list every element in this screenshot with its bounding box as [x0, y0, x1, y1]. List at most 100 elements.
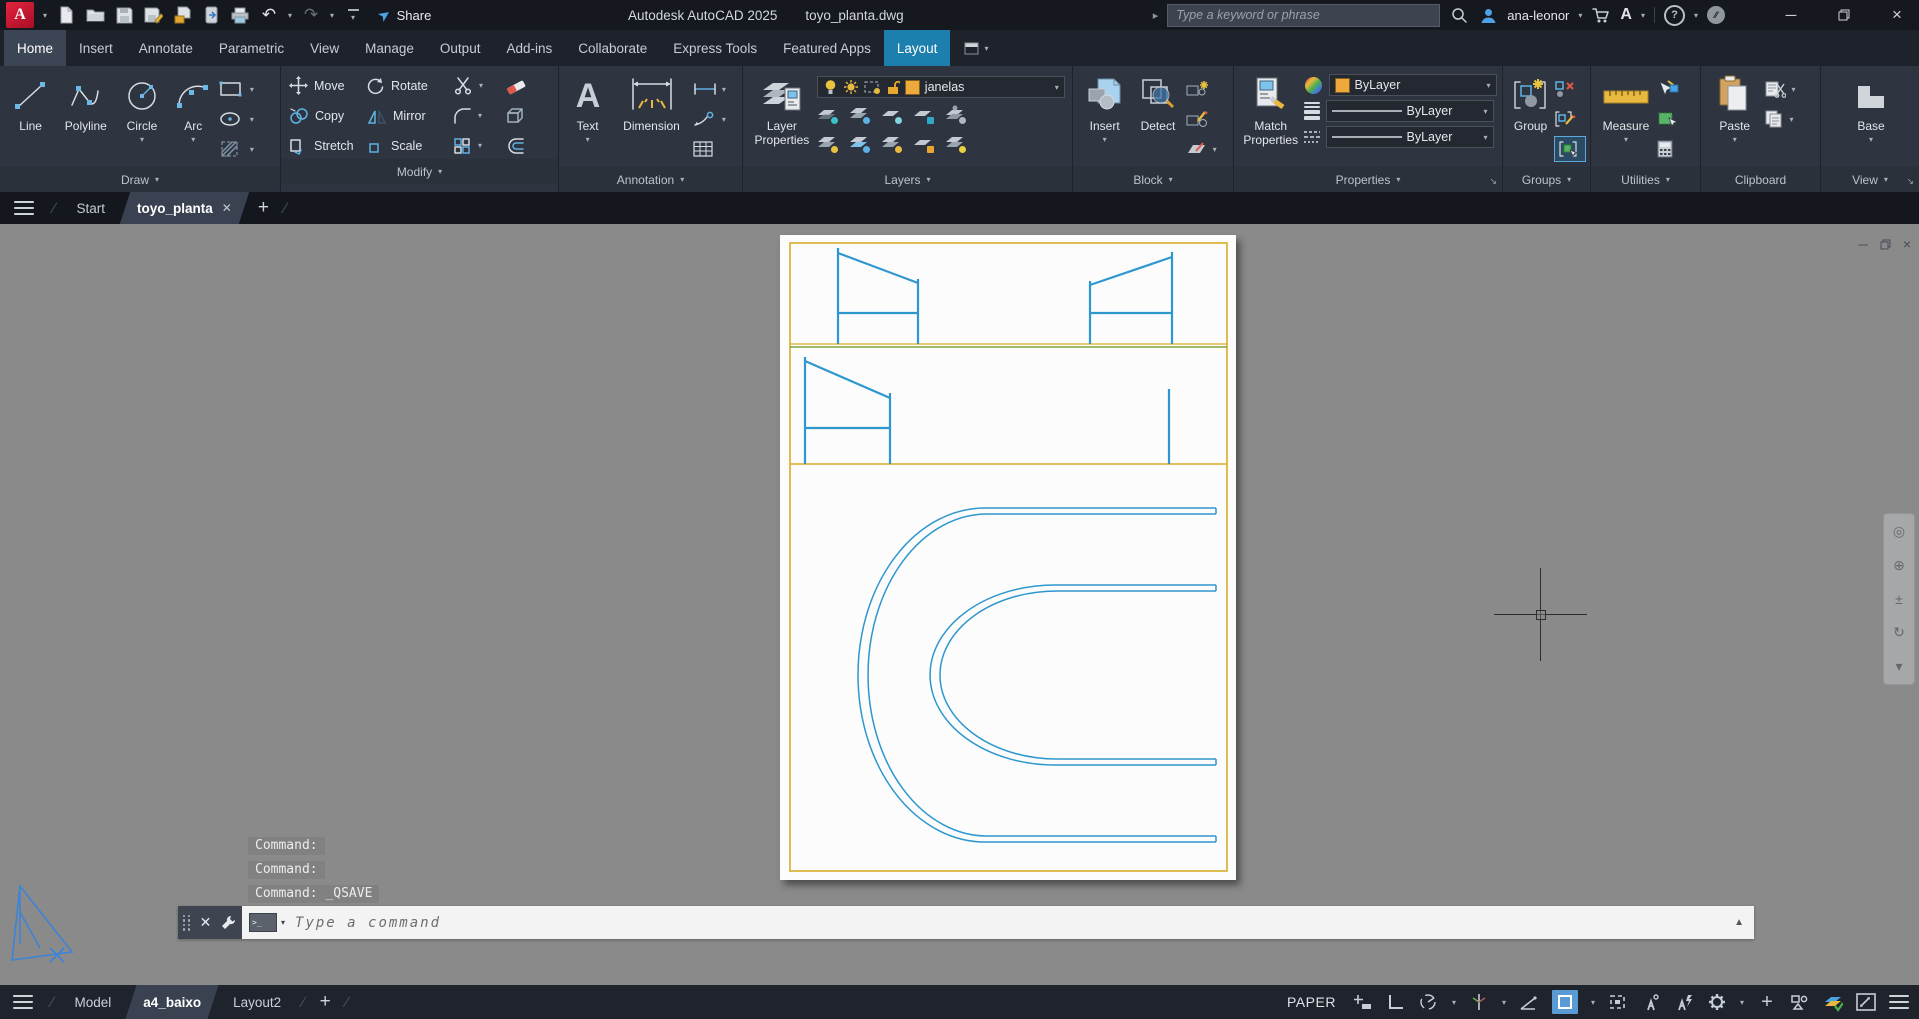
isodraft-dropdown-icon[interactable]: ▾: [1502, 998, 1506, 1007]
command-input[interactable]: [285, 914, 1754, 932]
scale-button[interactable]: Scale: [367, 137, 453, 155]
copy-clip-dropdown-icon[interactable]: ▾: [1789, 115, 1793, 124]
annotation-scale-add-icon[interactable]: +: [1757, 992, 1777, 1012]
tab-insert[interactable]: Insert: [66, 30, 126, 66]
stretch-button[interactable]: Stretch: [289, 137, 367, 155]
color-combo-dropdown-icon[interactable]: ▾: [1487, 81, 1491, 90]
layer-walk-button[interactable]: [945, 134, 965, 152]
save-as-icon[interactable]: [143, 5, 163, 25]
layout-tab-a4-baixo[interactable]: a4_baixo: [127, 985, 217, 1019]
quick-properties-button[interactable]: [1657, 106, 1693, 132]
view-dialog-launcher-icon[interactable]: ↘: [1906, 176, 1914, 187]
text-button[interactable]: A Text ▾: [565, 70, 610, 167]
autodesk-dropdown-icon[interactable]: ▾: [1641, 11, 1645, 20]
drag-handle-icon[interactable]: [183, 915, 191, 931]
arc-button[interactable]: Arc ▾: [170, 70, 217, 167]
file-tab-active-doc[interactable]: toyo_planta ✕: [121, 192, 248, 224]
minimize-button[interactable]: ─: [1769, 0, 1813, 30]
layout-paper-sheet[interactable]: [780, 235, 1236, 880]
quick-select-button[interactable]: [1657, 76, 1693, 102]
text-dropdown-icon[interactable]: ▾: [586, 135, 590, 144]
selection-cycling-icon[interactable]: [1608, 992, 1628, 1012]
tab-layout[interactable]: Layout: [884, 30, 951, 66]
restore-button[interactable]: [1822, 0, 1866, 30]
hatch-dropdown-icon[interactable]: ▾: [250, 145, 254, 154]
new-drawing-tab-button[interactable]: +: [248, 192, 279, 224]
trim-dropdown-icon[interactable]: ▾: [479, 81, 483, 90]
panel-label-modify[interactable]: Modify▾: [281, 159, 558, 184]
panel-label-annotation[interactable]: Annotation▾: [559, 167, 742, 192]
search-collapse-icon[interactable]: ▸: [1153, 9, 1159, 22]
command-bar-handle[interactable]: ✕: [178, 906, 242, 939]
customization-menu-icon[interactable]: [1889, 995, 1909, 1010]
share-button[interactable]: ➤ Share: [378, 6, 431, 24]
measure-dropdown-icon[interactable]: ▾: [1624, 135, 1628, 144]
doc-restore-icon[interactable]: [1880, 239, 1891, 250]
edit-block-button[interactable]: [1186, 106, 1229, 132]
help-dropdown-icon[interactable]: ▾: [1694, 11, 1698, 20]
circle-dropdown-icon[interactable]: ▾: [140, 135, 144, 144]
ortho-mode-icon[interactable]: [1386, 992, 1406, 1012]
line-button[interactable]: Line: [6, 70, 55, 167]
autodesk-logo-icon[interactable]: A: [1620, 6, 1632, 24]
open-folder-icon[interactable]: [85, 5, 105, 25]
leader-dropdown-icon[interactable]: ▾: [722, 115, 726, 124]
tab-express-tools[interactable]: Express Tools: [660, 30, 770, 66]
create-block-button[interactable]: [1186, 76, 1229, 102]
trim-button[interactable]: ▾: [453, 76, 505, 95]
undo-icon[interactable]: ↶: [259, 5, 279, 25]
layer-make-current-button[interactable]: [945, 105, 965, 123]
copy-button[interactable]: Copy: [289, 107, 367, 125]
offset-button[interactable]: [505, 137, 526, 155]
mirror-button[interactable]: Mirror: [367, 107, 453, 125]
tab-output[interactable]: Output: [427, 30, 494, 66]
tab-featured-apps[interactable]: Featured Apps: [770, 30, 884, 66]
nav-orbit-icon[interactable]: ↻: [1893, 624, 1905, 641]
layer-isolate-button[interactable]: [849, 105, 869, 123]
copy-clip-button[interactable]: ▾: [1764, 106, 1816, 132]
ribbon-collapse-button[interactable]: ▾: [964, 30, 988, 66]
edit-attributes-button[interactable]: ▾: [1186, 136, 1229, 162]
panel-label-block[interactable]: Block▾: [1073, 167, 1233, 192]
panel-label-groups[interactable]: Groups▾: [1503, 167, 1590, 192]
new-file-icon[interactable]: [56, 5, 76, 25]
layer-lock-button[interactable]: [913, 105, 933, 123]
circle-button[interactable]: Circle ▾: [116, 70, 167, 167]
user-dropdown-icon[interactable]: ▾: [1578, 11, 1582, 20]
nav-pan-icon[interactable]: ⊕: [1893, 557, 1905, 574]
panel-label-draw[interactable]: Draw▾: [0, 167, 280, 192]
hatch-button[interactable]: ▾: [219, 136, 276, 162]
annotation-visibility-icon[interactable]: [1641, 992, 1661, 1012]
layer-freeze-button[interactable]: [881, 105, 901, 123]
paste-dropdown-icon[interactable]: ▾: [1733, 135, 1737, 144]
close-command-icon[interactable]: ✕: [200, 914, 212, 931]
close-tab-icon[interactable]: ✕: [222, 201, 232, 215]
linetype-combo-dropdown-icon[interactable]: ▾: [1484, 133, 1488, 142]
print-icon[interactable]: [230, 5, 250, 25]
layer-off-button[interactable]: [817, 105, 837, 123]
command-terminal-icon[interactable]: >_: [249, 913, 277, 932]
tab-view[interactable]: View: [297, 30, 352, 66]
dimension-linear-dropdown-icon[interactable]: ▾: [722, 85, 726, 94]
table-button[interactable]: [693, 136, 738, 162]
insert-button[interactable]: Insert ▾: [1079, 70, 1130, 167]
group-button[interactable]: Group: [1509, 70, 1552, 167]
layer-thaw-button[interactable]: [881, 134, 901, 152]
tab-annotate[interactable]: Annotate: [126, 30, 206, 66]
tab-collaborate[interactable]: Collaborate: [565, 30, 660, 66]
autocad-logo[interactable]: A: [6, 2, 34, 28]
panel-label-utilities[interactable]: Utilities▾: [1591, 167, 1700, 192]
tab-add-ins[interactable]: Add-ins: [493, 30, 565, 66]
object-snap-icon[interactable]: [1552, 990, 1578, 1014]
group-selection-toggle[interactable]: [1554, 136, 1586, 162]
undo-dropdown-icon[interactable]: ▾: [288, 11, 292, 20]
tab-home[interactable]: Home: [4, 30, 66, 66]
help-icon[interactable]: ?: [1664, 5, 1685, 26]
layer-combo-dropdown-icon[interactable]: ▾: [1055, 83, 1059, 92]
linetype-combo[interactable]: ByLayer ▾: [1326, 126, 1494, 148]
cut-dropdown-icon[interactable]: ▾: [1791, 85, 1795, 94]
rectangle-dropdown-icon[interactable]: ▾: [250, 85, 254, 94]
redo-icon[interactable]: ↷: [301, 5, 321, 25]
doc-close-icon[interactable]: ×: [1903, 236, 1911, 252]
rotate-button[interactable]: Rotate: [367, 77, 453, 95]
